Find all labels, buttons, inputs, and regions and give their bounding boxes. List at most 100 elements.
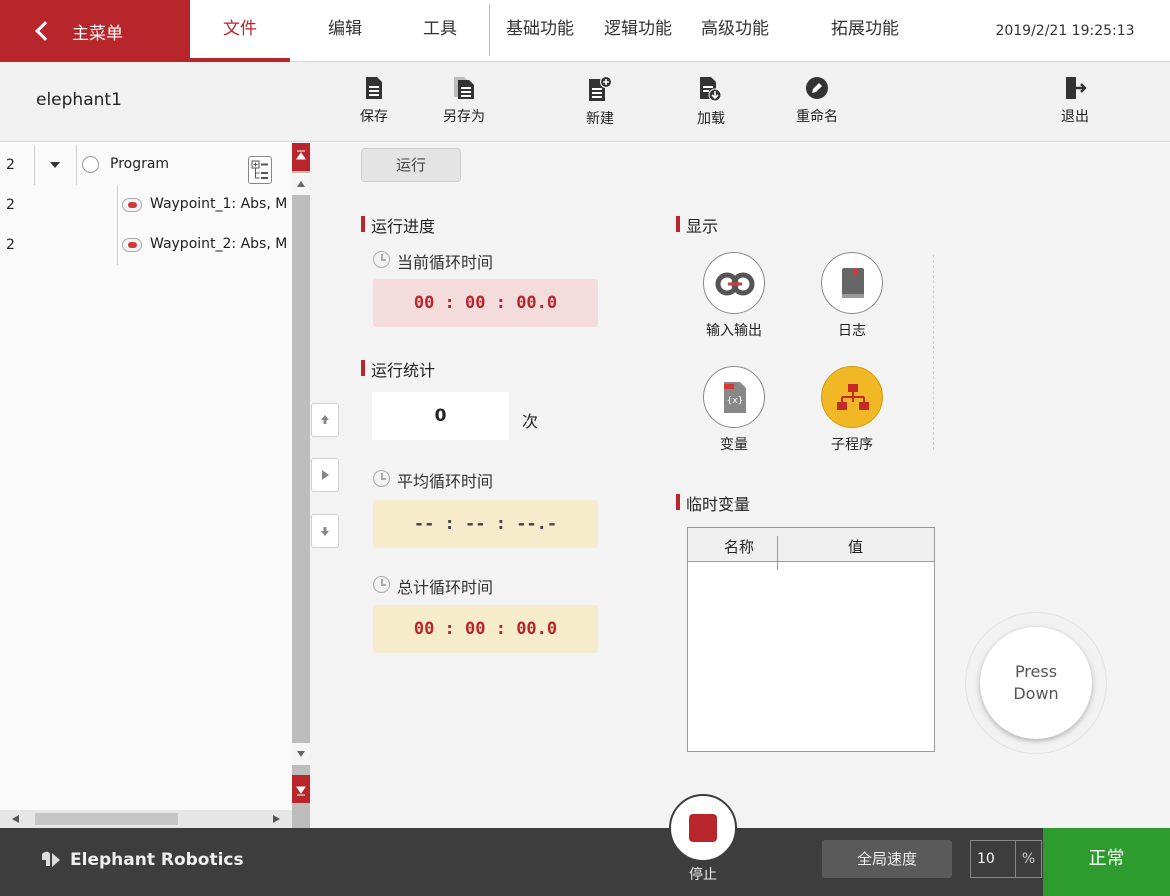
col-name-header: 名称	[724, 538, 755, 556]
scroll-up-button[interactable]	[292, 173, 310, 195]
stop-icon[interactable]	[689, 814, 717, 842]
play-step-button[interactable]	[311, 458, 339, 492]
log-button[interactable]: 日志	[804, 252, 900, 340]
total-cycle-label: 总计循环时间	[373, 574, 493, 598]
subprogram-button[interactable]: 子程序	[804, 366, 900, 454]
temp-vars-title: 临时变量	[676, 491, 750, 515]
line-number: 2	[6, 157, 15, 173]
rename-button[interactable]: 重命名	[782, 76, 852, 126]
tab-edit[interactable]: 编辑	[300, 0, 390, 62]
tree-node-label: Program	[110, 156, 170, 172]
column-divider	[777, 536, 778, 570]
io-circle	[703, 252, 765, 314]
scroll-top-icon	[296, 150, 306, 160]
save-label: 保存	[360, 109, 388, 125]
main-menu-label: 主菜单	[72, 23, 123, 44]
press-down-line2: Down	[1013, 684, 1059, 703]
tree-vertical-scrollbar[interactable]	[292, 143, 310, 828]
total-cycle-time: 00 : 00 : 00.0	[373, 605, 598, 653]
arrow-down-icon	[321, 527, 329, 536]
speed-input[interactable]: 10	[970, 840, 1016, 878]
io-button[interactable]: 输入输出	[686, 252, 782, 340]
display-title: 显示	[676, 213, 718, 237]
tree-gutter-line	[34, 145, 35, 185]
file-toolbar: elephant1 保存 另存为 新建 加载 重命名 退出	[0, 62, 1170, 142]
tab-advanced-functions[interactable]: 高级功能	[690, 0, 780, 62]
scroll-down-button[interactable]	[292, 743, 310, 765]
file-copy-icon	[454, 77, 474, 99]
pencil-icon	[806, 77, 828, 99]
variables-button[interactable]: {x} 变量	[686, 366, 782, 454]
current-cycle-text: 当前循环时间	[397, 253, 494, 272]
tree-row-waypoint-2[interactable]: 2 Waypoint_2: Abs, M	[0, 225, 292, 265]
tree-row-waypoint-1[interactable]: 2 Waypoint_1: Abs, M	[0, 185, 292, 225]
scroll-to-bottom-button[interactable]	[292, 775, 310, 803]
play-icon	[322, 470, 329, 480]
main-menu-button[interactable]: 主菜单	[0, 0, 190, 62]
chevron-left-icon	[35, 21, 55, 41]
log-label: 日志	[838, 323, 866, 339]
log-circle	[821, 252, 883, 314]
press-down-line1: Press	[1014, 662, 1058, 681]
subprogram-label: 子程序	[831, 437, 873, 453]
tree-expand-collapse-button[interactable]	[248, 156, 272, 184]
clock-icon	[373, 251, 390, 268]
hierarchy-icon	[837, 384, 869, 410]
run-progress-title: 运行进度	[361, 213, 435, 237]
press-down-button[interactable]: Press Down	[980, 627, 1092, 739]
save-as-button[interactable]: 另存为	[429, 76, 499, 126]
program-tree-panel: 2 Program 2 Waypoint_1: Abs, M 2 Waypoin…	[0, 143, 292, 828]
run-count-unit: 次	[522, 412, 539, 431]
tab-extension-functions[interactable]: 拓展功能	[820, 0, 910, 62]
exit-door-icon	[1066, 77, 1086, 99]
tree-gutter-line	[117, 185, 118, 225]
current-cycle-label: 当前循环时间	[373, 249, 493, 273]
tree-gutter-line	[117, 225, 118, 265]
horizontal-scroll-thumb[interactable]	[35, 813, 178, 825]
arrow-up-icon	[321, 415, 329, 424]
tab-tools[interactable]: 工具	[400, 0, 480, 62]
menu-divider	[489, 4, 490, 56]
save-as-label: 另存为	[443, 109, 485, 125]
tree-structure-icon	[251, 160, 268, 179]
io-link-icon	[715, 272, 755, 296]
caret-down-icon[interactable]	[50, 162, 60, 168]
variables-circle: {x}	[703, 366, 765, 428]
new-button[interactable]: 新建	[565, 76, 635, 128]
clock-icon	[373, 470, 390, 487]
avg-cycle-label: 平均循环时间	[373, 468, 493, 492]
exit-button[interactable]: 退出	[1040, 76, 1110, 126]
scroll-to-top-button[interactable]	[292, 143, 310, 171]
datetime-display: 2019/2/21 19:25:13	[995, 23, 1135, 39]
book-icon	[842, 268, 864, 298]
status-indicator: 正常	[1043, 828, 1170, 896]
tab-run[interactable]: 运行	[361, 148, 461, 182]
file-load-icon	[700, 77, 722, 102]
brand-name: Elephant Robotics	[70, 850, 244, 870]
exit-label: 退出	[1061, 109, 1089, 125]
triangle-down-icon	[297, 751, 305, 757]
temp-vars-table: 名称 值	[687, 527, 935, 752]
triangle-up-icon	[297, 181, 305, 187]
elephant-logo-icon	[42, 851, 60, 867]
tab-file[interactable]: 文件	[190, 0, 290, 62]
col-value-header: 值	[848, 538, 864, 556]
step-up-button[interactable]	[311, 403, 339, 437]
line-number: 2	[6, 197, 15, 213]
tab-basic-functions[interactable]: 基础功能	[495, 0, 585, 62]
tree-gutter-line	[76, 145, 77, 185]
run-count-value: 0	[372, 392, 509, 440]
avg-cycle-time: -- : -- : --.-	[373, 500, 598, 548]
step-down-button[interactable]	[311, 514, 339, 548]
scroll-bottom-icon	[296, 786, 306, 796]
table-header: 名称 值	[688, 528, 934, 570]
global-speed-button[interactable]: 全局速度	[822, 840, 952, 878]
file-save-icon	[366, 77, 382, 99]
tab-logic-functions[interactable]: 逻辑功能	[593, 0, 683, 62]
brand-logo: Elephant Robotics	[40, 850, 244, 870]
load-button[interactable]: 加载	[676, 76, 746, 128]
save-button[interactable]: 保存	[339, 76, 409, 126]
file-new-icon	[589, 76, 612, 101]
rename-label: 重命名	[796, 109, 838, 125]
load-label: 加载	[697, 111, 725, 127]
